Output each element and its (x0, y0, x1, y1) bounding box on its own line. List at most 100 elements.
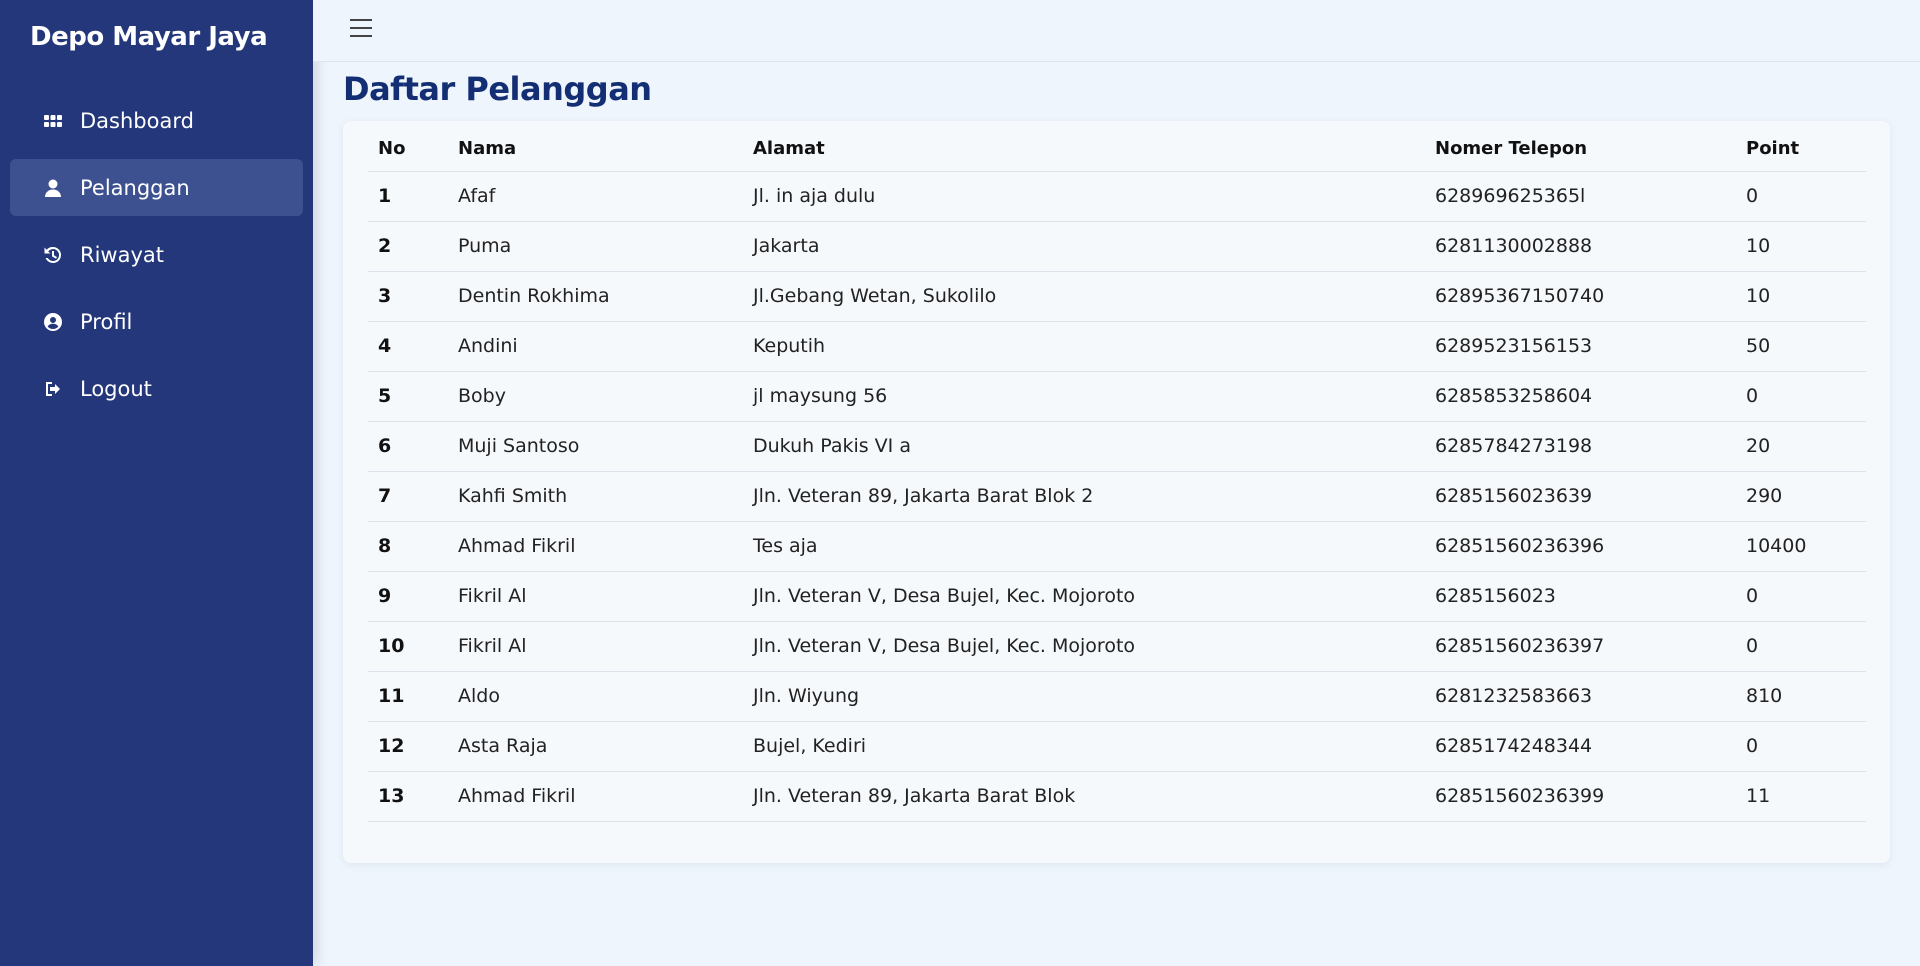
sidebar-item-label: Dashboard (80, 108, 194, 133)
grid-icon (42, 110, 64, 132)
cell-nama: Puma (448, 221, 743, 272)
cell-telepon: 6281232583663 (1425, 671, 1736, 722)
cell-no: 1 (368, 171, 448, 222)
column-header-nama: Nama (448, 121, 743, 172)
sidebar: Depo Mayar Jaya Dashboard Pelanggan Riwa… (0, 0, 313, 966)
table-row: 7 Kahfi Smith Jln. Veteran 89, Jakarta Bar… (368, 471, 1866, 522)
cell-point: 0 (1736, 371, 1866, 422)
cell-alamat: Jl.Gebang Wetan, Sukolilo (743, 271, 1425, 322)
cell-alamat: Bujel, Kediri (743, 721, 1425, 772)
cell-nama: Dentin Rokhima (448, 271, 743, 322)
cell-nama: Fikril Al (448, 621, 743, 672)
history-icon (42, 244, 64, 266)
cell-alamat: Jln. Veteran V, Desa Bujel, Kec. Mojorot… (743, 571, 1425, 622)
cell-no: 2 (368, 221, 448, 272)
cell-point: 0 (1736, 621, 1866, 672)
cell-nama: Aldo (448, 671, 743, 722)
cell-telepon: 62851560236397 (1425, 621, 1736, 672)
table-row: 1 Afaf Jl. in aja dulu 628969625365l 0 (368, 171, 1866, 222)
page-title: Daftar Pelanggan (343, 70, 652, 108)
cell-alamat: Tes aja (743, 521, 1425, 572)
cell-telepon: 62851560236399 (1425, 771, 1736, 822)
cell-telepon: 6285156023639 (1425, 471, 1736, 522)
cell-nama: Andini (448, 321, 743, 372)
table-row: 4 Andini Keputih 6289523156153 50 (368, 321, 1866, 372)
customer-table-card: No Nama Alamat Nomer Telepon Point 1 Afaf… (343, 121, 1890, 863)
sidebar-item-logout[interactable]: Logout (10, 360, 303, 417)
table-row: 10 Fikril Al Jln. Veteran V, Desa Bujel, K… (368, 621, 1866, 672)
cell-no: 3 (368, 271, 448, 322)
topbar (313, 0, 1920, 62)
cell-no: 9 (368, 571, 448, 622)
cell-telepon: 6285156023 (1425, 571, 1736, 622)
sidebar-item-riwayat[interactable]: Riwayat (10, 226, 303, 283)
cell-alamat: Dukuh Pakis VI a (743, 421, 1425, 472)
sidebar-nav: Dashboard Pelanggan Riwayat Profil Logou… (10, 92, 303, 427)
user-icon (42, 177, 64, 199)
hamburger-icon[interactable] (350, 19, 372, 39)
sidebar-item-label: Pelanggan (80, 175, 190, 200)
column-header-telepon: Nomer Telepon (1425, 121, 1736, 172)
cell-point: 290 (1736, 471, 1866, 522)
table-header-row: No Nama Alamat Nomer Telepon Point (368, 121, 1866, 172)
cell-no: 13 (368, 771, 448, 822)
cell-no: 8 (368, 521, 448, 572)
cell-nama: Afaf (448, 171, 743, 222)
cell-no: 5 (368, 371, 448, 422)
sidebar-item-pelanggan[interactable]: Pelanggan (10, 159, 303, 216)
cell-alamat: Jln. Veteran 89, Jakarta Barat Blok 2 (743, 471, 1425, 522)
cell-telepon: 62851560236396 (1425, 521, 1736, 572)
cell-nama: Ahmad Fikril (448, 521, 743, 572)
cell-telepon: 628969625365l (1425, 171, 1736, 222)
cell-nama: Asta Raja (448, 721, 743, 772)
table-row: 12 Asta Raja Bujel, Kediri 6285174248344 0 (368, 721, 1866, 772)
cell-point: 10400 (1736, 521, 1866, 572)
table-body: 1 Afaf Jl. in aja dulu 628969625365l 0 2 Puma J… (368, 171, 1866, 822)
table-row: 5 Boby jl maysung 56 6285853258604 0 (368, 371, 1866, 422)
cell-point: 0 (1736, 171, 1866, 222)
sidebar-item-dashboard[interactable]: Dashboard (10, 92, 303, 149)
cell-no: 7 (368, 471, 448, 522)
cell-alamat: Jln. Veteran 89, Jakarta Barat Blok (743, 771, 1425, 822)
cell-alamat: Jln. Wiyung (743, 671, 1425, 722)
cell-no: 6 (368, 421, 448, 472)
cell-no: 11 (368, 671, 448, 722)
logout-icon (42, 378, 64, 400)
cell-nama: Boby (448, 371, 743, 422)
cell-alamat: Jl. in aja dulu (743, 171, 1425, 222)
cell-point: 10 (1736, 221, 1866, 272)
sidebar-item-label: Riwayat (80, 242, 164, 267)
cell-telepon: 6289523156153 (1425, 321, 1736, 372)
cell-telepon: 6285853258604 (1425, 371, 1736, 422)
cell-point: 50 (1736, 321, 1866, 372)
brand-title: Depo Mayar Jaya (30, 22, 268, 52)
cell-no: 12 (368, 721, 448, 772)
cell-point: 20 (1736, 421, 1866, 472)
table-row: 13 Ahmad Fikril Jln. Veteran 89, Jakarta B… (368, 771, 1866, 822)
cell-no: 4 (368, 321, 448, 372)
cell-telepon: 6285784273198 (1425, 421, 1736, 472)
cell-point: 0 (1736, 721, 1866, 772)
table-row: 11 Aldo Jln. Wiyung 6281232583663 810 (368, 671, 1866, 722)
sidebar-item-profil[interactable]: Profil (10, 293, 303, 350)
cell-nama: Fikril Al (448, 571, 743, 622)
table-row: 6 Muji Santoso Dukuh Pakis VI a 62857842731… (368, 421, 1866, 472)
table-row: 9 Fikril Al Jln. Veteran V, Desa Bujel, Ke… (368, 571, 1866, 622)
sidebar-item-label: Profil (80, 309, 133, 334)
cell-no: 10 (368, 621, 448, 672)
cell-point: 0 (1736, 571, 1866, 622)
cell-alamat: Jln. Veteran V, Desa Bujel, Kec. Mojorot… (743, 621, 1425, 672)
cell-point: 10 (1736, 271, 1866, 322)
column-header-alamat: Alamat (743, 121, 1425, 172)
table-row: 2 Puma Jakarta 6281130002888 10 (368, 221, 1866, 272)
cell-telepon: 6285174248344 (1425, 721, 1736, 772)
cell-nama: Kahfi Smith (448, 471, 743, 522)
cell-telepon: 62895367150740 (1425, 271, 1736, 322)
cell-nama: Ahmad Fikril (448, 771, 743, 822)
cell-point: 810 (1736, 671, 1866, 722)
sidebar-item-label: Logout (80, 376, 152, 401)
table-row: 8 Ahmad Fikril Tes aja 62851560236396 10400 (368, 521, 1866, 572)
customer-table: No Nama Alamat Nomer Telepon Point 1 Afaf… (368, 121, 1866, 822)
column-header-no: No (368, 121, 448, 172)
cell-telepon: 6281130002888 (1425, 221, 1736, 272)
